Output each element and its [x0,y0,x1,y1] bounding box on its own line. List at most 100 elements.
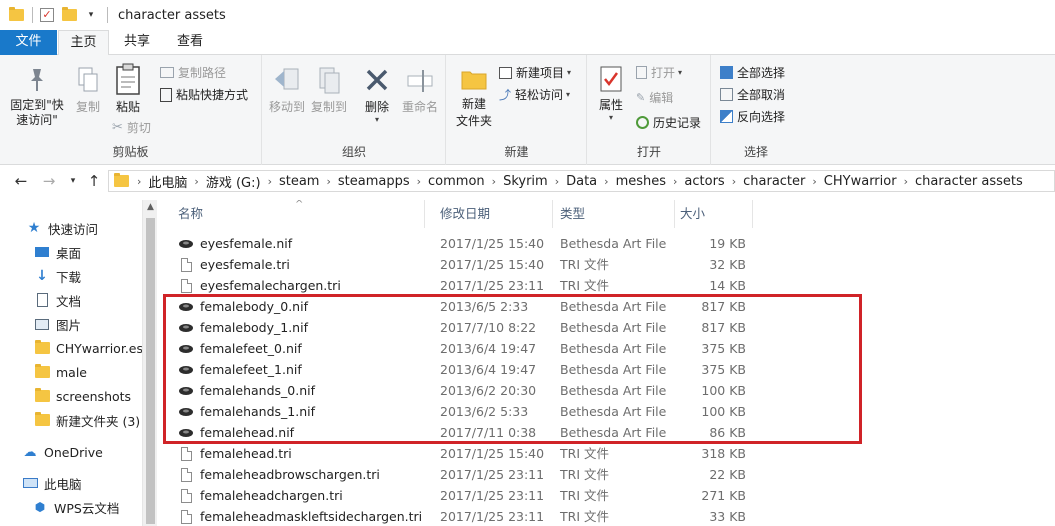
breadcrumb-separator-icon[interactable]: › [671,175,679,188]
file-row[interactable]: femaleheadbrowschargen.tri 2017/1/25 23:1… [160,464,1055,485]
easy-access-button[interactable]: ⤴ 轻松访问 ▾ [499,86,570,103]
nav-onedrive[interactable]: ☁ OneDrive [22,440,158,464]
column-header-name[interactable]: ^ 名称 [160,200,425,228]
breadcrumb-item[interactable]: actors [679,174,729,189]
breadcrumb-separator-icon[interactable]: › [730,175,738,188]
breadcrumb-separator-icon[interactable]: › [266,175,274,188]
copy-button[interactable]: 复制 [70,65,106,115]
breadcrumb-item[interactable]: character assets [910,174,1028,189]
column-header-type[interactable]: 类型 [553,200,675,228]
breadcrumb-separator-icon[interactable]: › [192,175,200,188]
breadcrumb-separator-icon[interactable]: › [415,175,423,188]
history-button[interactable]: 历史记录 [636,114,701,131]
file-row[interactable]: femalehead.nif 2017/7/11 0:38 Bethesda Art… [160,422,1055,443]
file-type: Bethesda Art File [560,236,667,251]
breadcrumb-item[interactable]: 游戏 (G:) [201,172,266,191]
nav-item[interactable]: 图片📌 [34,312,158,336]
pin-quick-access-button[interactable]: 固定到"快 速访问" [6,65,68,128]
scrollbar-thumb[interactable] [146,218,155,524]
breadcrumb-item[interactable]: common [423,174,490,189]
column-header-modified[interactable]: 修改日期 [425,200,553,228]
file-name: femalebody_1.nif [200,320,308,335]
breadcrumb-separator-icon[interactable]: › [553,175,561,188]
copy-to-button[interactable]: 复制到 [309,65,349,115]
breadcrumb-separator-icon[interactable]: › [902,175,910,188]
nav-item[interactable]: ↓下载📌 [34,264,158,288]
breadcrumb-item[interactable]: meshes [611,174,671,189]
breadcrumb-item[interactable]: steam [274,174,325,189]
cut-button[interactable]: ✂ 剪切 [112,119,151,136]
select-all-button[interactable]: 全部选择 [720,64,785,81]
edit-button[interactable]: ✎ 编辑 [636,89,673,106]
file-row[interactable]: femalebody_1.nif 2017/7/10 8:22 Bethesda A… [160,317,1055,338]
file-date: 2013/6/2 20:30 [440,383,537,398]
paste-button[interactable]: 粘贴 [110,63,146,115]
breadcrumb-item[interactable]: character [738,174,810,189]
invert-selection-button[interactable]: 反向选择 [720,108,785,125]
breadcrumb-item[interactable]: 此电脑 [143,172,192,191]
breadcrumb-separator-icon[interactable]: › [490,175,498,188]
nav-item[interactable]: 新建文件夹 (3) [34,408,158,432]
back-arrow-icon[interactable]: ← [12,172,30,190]
file-row[interactable]: femalefeet_1.nif 2013/6/4 19:47 Bethesda A… [160,359,1055,380]
recent-locations-chevron-icon[interactable]: ▾ [64,172,82,190]
file-row[interactable]: eyesfemale.nif 2017/1/25 15:40 Bethesda Ar… [160,233,1055,254]
nav-item[interactable]: male [34,360,158,384]
file-row[interactable]: femaleheadmaskleftsidechargen.tri 2017/1/… [160,506,1055,526]
forward-arrow-icon[interactable]: → [40,172,58,190]
file-row[interactable]: eyesfemale.tri 2017/1/25 15:40 TRI 文件 32 KB [160,254,1055,275]
file-row[interactable]: femalehands_1.nif 2013/6/2 5:33 Bethesda A… [160,401,1055,422]
tab-home[interactable]: 主页 [58,30,109,56]
breadcrumb-item[interactable]: steamapps [333,174,415,189]
bethesda-art-file-icon [178,383,194,399]
breadcrumb-separator-icon[interactable]: › [135,175,143,188]
paste-shortcut-button[interactable]: 粘贴快捷方式 [160,86,248,103]
up-arrow-icon[interactable]: ↑ [85,172,103,190]
move-to-button[interactable]: 移动到 [267,65,307,115]
address-bar[interactable]: › 此电脑 › 游戏 (G:) › steam › steamapps › common › Sky… [108,170,1055,192]
properties-check-icon[interactable]: ✓ [39,7,55,23]
file-row[interactable]: femalefeet_0.nif 2013/6/4 19:47 Bethesda A… [160,338,1055,359]
breadcrumb-separator-icon[interactable]: › [810,175,818,188]
select-none-button[interactable]: 全部取消 [720,86,785,103]
file-name-cell: femalebody_1.nif [178,317,308,338]
nav-item-label: 新建文件夹 (3) [56,413,141,429]
file-row[interactable]: femalehands_0.nif 2013/6/2 20:30 Bethesda … [160,380,1055,401]
tab-view[interactable]: 查看 [165,30,215,55]
tab-share[interactable]: 共享 [112,30,162,55]
breadcrumb-separator-icon[interactable]: › [324,175,332,188]
rename-button[interactable]: 重命名 [399,65,441,115]
column-header-size[interactable]: 大小 [675,200,753,228]
breadcrumb-item[interactable]: CHYwarrior [819,174,902,189]
folder-icon[interactable] [8,7,24,23]
delete-button[interactable]: 删除 ▾ [360,65,394,124]
copy-path-button[interactable]: 复制路径 [160,64,226,81]
scroll-up-arrow-icon[interactable]: ▲ [143,202,158,212]
file-row[interactable]: eyesfemalechargen.tri 2017/1/25 23:11 TRI … [160,275,1055,296]
file-row[interactable]: femalebody_0.nif 2013/6/5 2:33 Bethesda Ar… [160,296,1055,317]
nav-quick-access[interactable]: ★ 快速访问 [26,216,158,240]
breadcrumb-item[interactable]: Data [561,174,602,189]
new-folder-button[interactable]: 新建 文件夹 [453,65,495,130]
nav-item[interactable]: CHYwarrior.esp [34,336,158,360]
breadcrumb-item[interactable]: Skyrim [498,174,553,189]
tab-file[interactable]: 文件 [0,30,57,55]
new-item-button[interactable]: 新建项目 ▾ [499,64,571,81]
file-size: 318 KB [701,446,746,461]
nav-wps-cloud[interactable]: ⬢ WPS云文档 [32,495,158,519]
properties-button[interactable]: 属性 ▾ [594,65,628,122]
properties-dropdown-icon[interactable]: ▾ [594,113,628,122]
open-button[interactable]: 打开 ▾ [636,64,682,81]
breadcrumb-separator-icon[interactable]: › [602,175,610,188]
nav-item[interactable]: 文档📌 [34,288,158,312]
file-row[interactable]: femaleheadchargen.tri 2017/1/25 23:11 TRI … [160,485,1055,506]
nav-this-pc[interactable]: 此电脑 [22,471,158,495]
nav-pane-scrollbar[interactable]: ▲ [142,200,157,526]
file-date: 2013/6/4 19:47 [440,341,537,356]
nav-item[interactable]: 桌面📌 [34,240,158,264]
delete-dropdown-icon[interactable]: ▾ [360,115,394,124]
file-row[interactable]: femalehead.tri 2017/1/25 15:40 TRI 文件 318 K… [160,443,1055,464]
nav-item[interactable]: screenshots [34,384,158,408]
new-folder-icon[interactable] [61,7,77,23]
customize-quick-access-icon[interactable]: ▾ [83,7,99,23]
